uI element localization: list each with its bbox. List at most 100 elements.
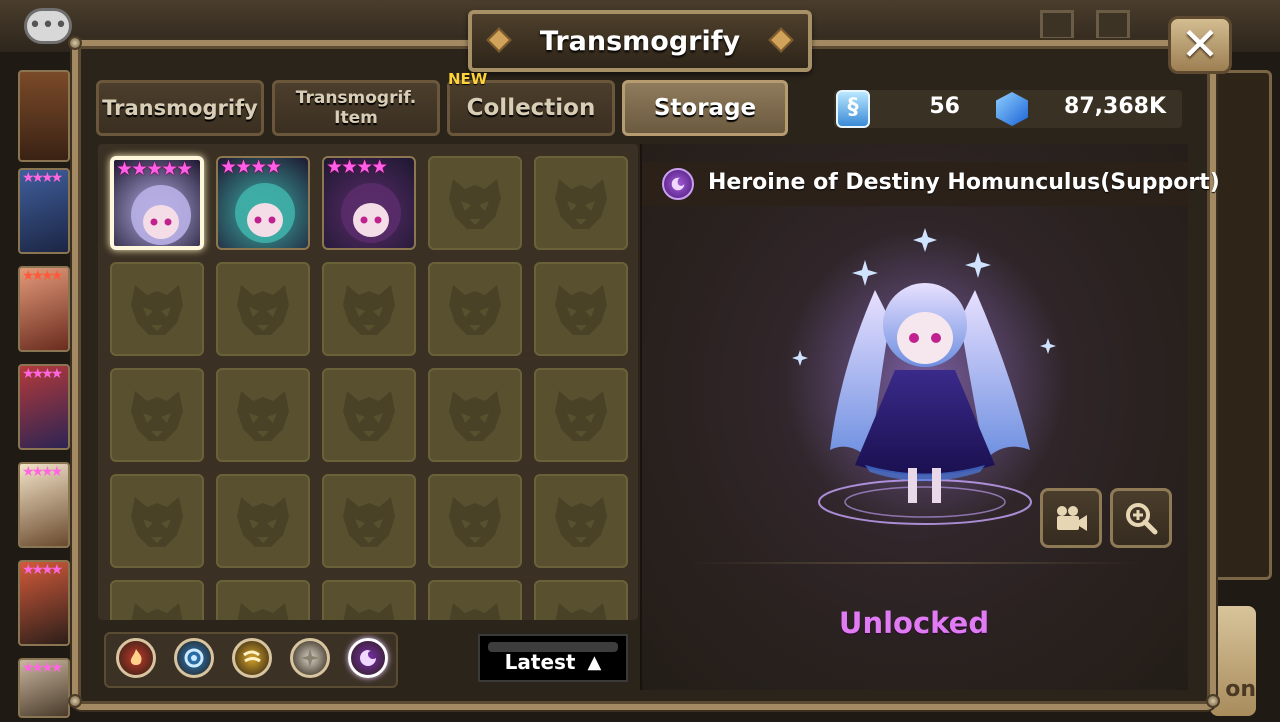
grid-icon[interactable]	[1096, 10, 1130, 40]
filter-water[interactable]	[174, 638, 214, 678]
empty-slot	[322, 474, 416, 568]
close-icon: ✕	[1180, 17, 1220, 71]
empty-monster-silhouette-icon	[449, 285, 501, 335]
eye-left	[909, 333, 919, 343]
empty-slot	[322, 262, 416, 356]
eye-right	[931, 333, 941, 343]
triangle-up-icon: ▲	[587, 651, 602, 673]
close-button[interactable]: ✕	[1168, 16, 1232, 74]
empty-monster-silhouette-icon	[237, 497, 289, 547]
empty-monster-silhouette-icon	[555, 497, 607, 547]
empty-monster-silhouette-icon	[428, 580, 522, 620]
side-monster-card[interactable]: ★★★★	[18, 266, 70, 352]
monster-artwork	[785, 228, 1065, 530]
window-title: Transmogrify	[539, 25, 741, 57]
empty-monster-silhouette-icon	[449, 497, 501, 547]
empty-monster-silhouette-icon	[343, 497, 395, 547]
monster-card[interactable]: ★★★★	[216, 156, 310, 250]
side-card-stars: ★★★★	[22, 464, 63, 480]
empty-slot	[216, 580, 310, 620]
water-element-icon	[184, 648, 204, 668]
sort-dropdown[interactable]: Latest ▲	[478, 634, 628, 682]
new-badge: NEW	[448, 70, 488, 88]
empty-slot	[428, 368, 522, 462]
side-monster-card[interactable]	[18, 70, 70, 162]
empty-monster-silhouette-icon	[237, 285, 289, 335]
empty-monster-silhouette-icon	[555, 391, 607, 441]
monster-card[interactable]: ★★★★★	[110, 156, 204, 250]
side-card-stars: ★★★★	[22, 562, 63, 578]
frame-rivet	[1206, 694, 1220, 708]
dark-element-icon	[360, 650, 376, 666]
empty-slot	[534, 262, 628, 356]
empty-slot	[428, 262, 522, 356]
side-card-stars: ★★★★	[22, 366, 63, 382]
filter-fire[interactable]	[116, 638, 156, 678]
empty-slot	[216, 368, 310, 462]
tab-transmogrify[interactable]: Transmogrify	[96, 80, 264, 136]
empty-monster-silhouette-icon	[343, 391, 395, 441]
tab-collection[interactable]: Collection	[447, 80, 615, 136]
empty-slot	[110, 368, 204, 462]
star-rating: ★★★★★	[116, 158, 193, 180]
zoom-in-icon	[1126, 503, 1158, 535]
sort-label: Latest	[504, 650, 576, 674]
empty-monster-silhouette-icon	[555, 285, 607, 335]
sort-indicator	[488, 642, 618, 652]
filter-light[interactable]	[290, 638, 330, 678]
side-monster-card[interactable]: ★★★★	[18, 560, 70, 646]
empty-slot	[322, 580, 416, 620]
crystal-count: 87,368K	[1064, 94, 1166, 119]
frame-rivet	[68, 36, 82, 50]
divider	[690, 562, 1140, 564]
monster-card[interactable]: ★★★★	[322, 156, 416, 250]
tab-transmogrify-item[interactable]: Transmogrif. Item	[272, 80, 440, 136]
empty-monster-silhouette-icon	[449, 179, 501, 229]
empty-slot	[216, 262, 310, 356]
tab-label-line1: Transmogrif.	[295, 88, 417, 108]
empty-slot	[216, 474, 310, 568]
frame-rivet	[68, 694, 82, 708]
empty-monster-silhouette-icon	[110, 580, 204, 620]
empty-slot	[428, 156, 522, 250]
filter-dark[interactable]	[348, 638, 388, 678]
empty-slot	[534, 580, 628, 620]
side-monster-card[interactable]: ★★★★	[18, 364, 70, 450]
side-monster-card[interactable]: ★★★★	[18, 658, 70, 718]
filter-wind[interactable]	[232, 638, 272, 678]
empty-slot	[534, 474, 628, 568]
transmogrify-scroll-icon: §	[836, 90, 870, 128]
leg-right	[932, 468, 941, 503]
empty-slot	[110, 580, 204, 620]
empty-monster-silhouette-icon	[131, 391, 183, 441]
star-rating: ★★★★	[326, 156, 388, 178]
unlock-status: Unlocked	[838, 606, 990, 640]
leg-left	[908, 468, 917, 503]
empty-monster-silhouette-icon	[343, 285, 395, 335]
side-monster-card[interactable]: ★★★★	[18, 462, 70, 548]
empty-slot	[110, 262, 204, 356]
tab-storage[interactable]: Storage	[622, 80, 788, 136]
chat-icon[interactable]: •••	[24, 8, 72, 44]
layout-icon[interactable]	[1040, 10, 1074, 40]
empty-slot	[428, 580, 522, 620]
tab-label: Storage	[653, 95, 757, 121]
star-rating: ★★★★	[220, 156, 282, 178]
empty-monster-silhouette-icon	[131, 285, 183, 335]
tab-label: Collection	[466, 95, 596, 121]
empty-slot	[534, 368, 628, 462]
video-button[interactable]	[1040, 488, 1102, 548]
empty-monster-silhouette-icon	[237, 391, 289, 441]
tab-label-line2: Item	[334, 108, 378, 128]
empty-slot	[322, 368, 416, 462]
empty-slot	[110, 474, 204, 568]
empty-monster-silhouette-icon	[216, 580, 310, 620]
side-card-stars: ★★★★	[22, 268, 63, 284]
zoom-button[interactable]	[1110, 488, 1172, 548]
scroll-count: 56	[929, 94, 960, 119]
side-monster-card[interactable]: ★★★★	[18, 168, 70, 254]
fire-element-icon	[130, 649, 142, 665]
empty-monster-silhouette-icon	[449, 391, 501, 441]
empty-monster-silhouette-icon	[322, 580, 416, 620]
monster-name: Heroine of Destiny Homunculus(Support)	[708, 170, 1220, 195]
